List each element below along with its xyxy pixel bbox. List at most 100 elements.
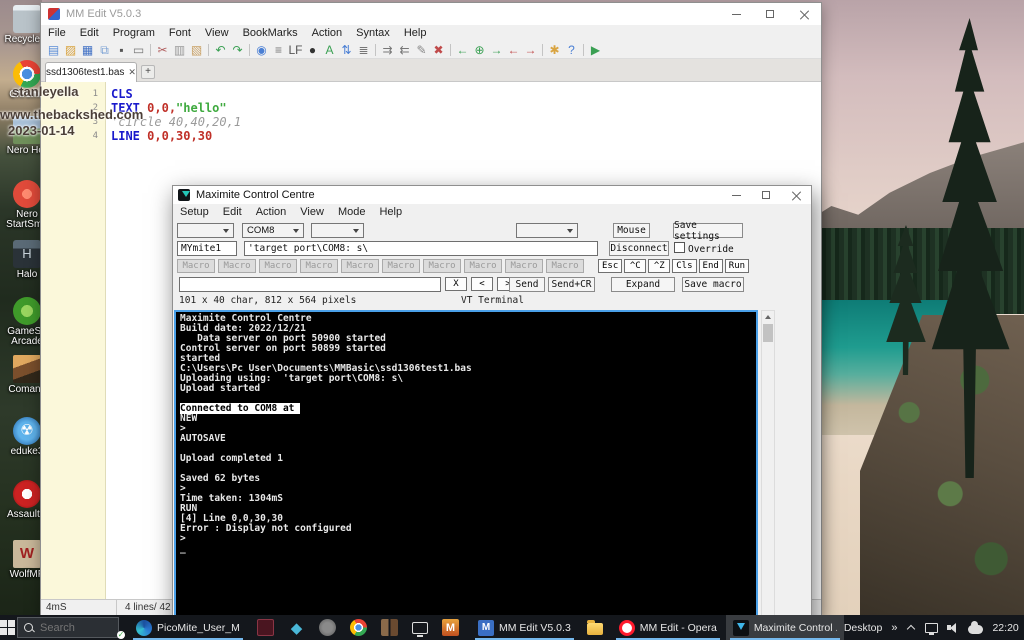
- menu-item[interactable]: Font: [162, 27, 198, 39]
- cls-button[interactable]: Cls: [672, 259, 696, 273]
- redo-icon[interactable]: ↷: [229, 42, 246, 58]
- taskbar-button-opera[interactable]: MM Edit - Opera: [612, 615, 724, 640]
- cut-icon[interactable]: ✂: [154, 42, 171, 58]
- pinned-app-icon-1[interactable]: [257, 619, 274, 636]
- combo-baud[interactable]: [311, 223, 364, 238]
- menu-item[interactable]: Program: [106, 27, 162, 39]
- uncomment-icon[interactable]: ✖: [430, 42, 447, 58]
- find-icon[interactable]: ◉: [253, 42, 270, 58]
- tab-ssd1306test1[interactable]: ssd1306test1.bas ✕: [45, 62, 137, 82]
- prev-bookmark-icon[interactable]: ←: [505, 42, 522, 58]
- menu-item[interactable]: View: [198, 27, 236, 39]
- search-input[interactable]: [40, 622, 112, 634]
- desktop-toolbar-label[interactable]: Desktop: [844, 622, 883, 634]
- maximite-titlebar[interactable]: Maximite Control Centre: [173, 186, 811, 204]
- archive-icon[interactable]: ▪: [113, 42, 130, 58]
- menu-item[interactable]: BookMarks: [236, 27, 305, 39]
- disconnect-button[interactable]: Disconnect: [609, 241, 669, 256]
- menu-item[interactable]: Help: [397, 27, 434, 39]
- pinned-monitor-icon[interactable]: [412, 622, 428, 634]
- end-button[interactable]: End: [699, 259, 723, 273]
- run-icon[interactable]: ▶: [587, 42, 604, 58]
- macro-button[interactable]: Macro: [218, 259, 256, 273]
- bullet-icon[interactable]: ●: [304, 42, 321, 58]
- list-icon[interactable]: ≡: [270, 42, 287, 58]
- taskbar-button-picomite[interactable]: PicoMite_User_Ma...: [129, 615, 247, 640]
- volume-icon[interactable]: [947, 622, 959, 634]
- help-icon[interactable]: ?: [563, 42, 580, 58]
- toolbar-separator[interactable]: [208, 44, 209, 56]
- run-button[interactable]: Run: [725, 259, 749, 273]
- toolbar-chevron-icon[interactable]: »: [891, 622, 897, 634]
- outdent-icon[interactable]: ⇇: [396, 42, 413, 58]
- taskbar-button-mmedit[interactable]: M MM Edit V5.0.3: [471, 615, 578, 640]
- minimize-button[interactable]: [721, 186, 751, 204]
- macro-button[interactable]: Macro: [382, 259, 420, 273]
- maximize-button[interactable]: [753, 3, 787, 25]
- macro-button[interactable]: Macro: [259, 259, 297, 273]
- close-button[interactable]: [787, 3, 821, 25]
- new-file-icon[interactable]: ▤: [45, 42, 62, 58]
- menu-item[interactable]: Help: [372, 206, 409, 218]
- scroll-up-icon[interactable]: [762, 311, 774, 323]
- vt-terminal[interactable]: Maximite Control CentreBuild date: 2022/…: [174, 310, 758, 640]
- nav-back-icon[interactable]: ←: [454, 42, 471, 58]
- taskbar-button-explorer[interactable]: [580, 615, 610, 640]
- device-name-input[interactable]: [177, 241, 237, 256]
- toolbar-separator[interactable]: [583, 44, 584, 56]
- save-settings-button[interactable]: Save settings: [673, 223, 743, 238]
- send-command-input[interactable]: [179, 277, 441, 292]
- copy-icon[interactable]: ▥: [171, 42, 188, 58]
- menu-item[interactable]: View: [293, 206, 331, 218]
- macro-button[interactable]: Macro: [464, 259, 502, 273]
- menu-item[interactable]: Mode: [331, 206, 373, 218]
- expand-button[interactable]: Expand: [611, 277, 675, 292]
- line-ending-icon[interactable]: LF: [287, 42, 304, 58]
- clock[interactable]: 22:20: [992, 622, 1018, 634]
- nav-forward-icon[interactable]: →: [488, 42, 505, 58]
- taskbar-button-maximite[interactable]: Maximite Control ...: [726, 615, 844, 640]
- new-tab-button[interactable]: +: [141, 65, 155, 79]
- combo-mode[interactable]: [516, 223, 578, 238]
- terminal-scrollbar[interactable]: [761, 310, 775, 640]
- macro-button[interactable]: Macro: [546, 259, 584, 273]
- save-macro-button[interactable]: Save macro: [682, 277, 744, 292]
- ctrl-c-button[interactable]: ^C: [624, 259, 646, 273]
- menu-item[interactable]: Action: [305, 27, 350, 39]
- comment-icon[interactable]: ✎: [413, 42, 430, 58]
- mmedit-titlebar[interactable]: MM Edit V5.0.3: [41, 3, 821, 25]
- esc-button[interactable]: Esc: [598, 259, 622, 273]
- scrollbar-thumb[interactable]: [763, 324, 773, 342]
- toolbar-separator[interactable]: [375, 44, 376, 56]
- pinned-app-icon-7[interactable]: M: [442, 619, 459, 636]
- close-button[interactable]: [781, 186, 811, 204]
- macro-button[interactable]: Macro: [423, 259, 461, 273]
- macro-button[interactable]: Macro: [177, 259, 215, 273]
- toolbar-separator[interactable]: [150, 44, 151, 56]
- sort-icon[interactable]: ⇅: [338, 42, 355, 58]
- minimize-button[interactable]: [719, 3, 753, 25]
- add-bookmark-icon[interactable]: ⊕: [471, 42, 488, 58]
- send-cr-button[interactable]: Send+CR: [548, 277, 595, 292]
- toolbar-separator[interactable]: [542, 44, 543, 56]
- menu-item[interactable]: Edit: [216, 206, 249, 218]
- send-button[interactable]: Send: [509, 277, 545, 292]
- macro-button[interactable]: Macro: [341, 259, 379, 273]
- network-icon[interactable]: [925, 623, 938, 633]
- maximize-button[interactable]: [751, 186, 781, 204]
- toolbar-separator[interactable]: [450, 44, 451, 56]
- indent-icon[interactable]: ⇉: [379, 42, 396, 58]
- menu-item[interactable]: File: [41, 27, 73, 39]
- undo-icon[interactable]: ↶: [212, 42, 229, 58]
- tab-close-icon[interactable]: ✕: [128, 67, 136, 78]
- settings-icon[interactable]: ✱: [546, 42, 563, 58]
- toolbar-separator[interactable]: [249, 44, 250, 56]
- override-checkbox[interactable]: [674, 242, 685, 253]
- font-icon[interactable]: A: [321, 42, 338, 58]
- tray-expand-icon[interactable]: [906, 623, 916, 633]
- pinned-app-icon-5[interactable]: [381, 619, 398, 636]
- pinned-chrome-icon[interactable]: [350, 619, 367, 636]
- open-file-icon[interactable]: ▨: [62, 42, 79, 58]
- taskbar-search[interactable]: [17, 617, 119, 638]
- pinned-app-icon-3[interactable]: [319, 619, 336, 636]
